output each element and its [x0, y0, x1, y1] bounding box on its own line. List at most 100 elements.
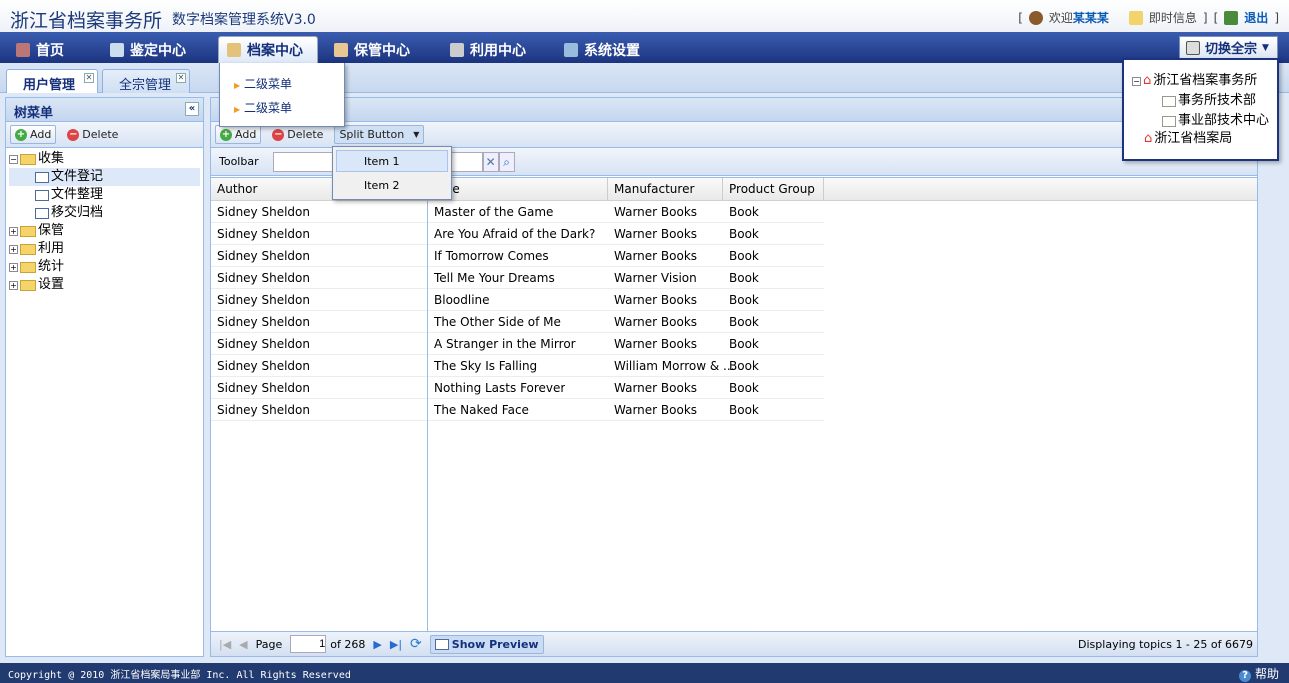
table-row[interactable]: Sidney Sheldon Master of the Game Warner B… — [211, 201, 824, 223]
fonds-node[interactable]: 事务所技术部 — [1132, 92, 1269, 110]
user-icon — [1028, 10, 1043, 25]
cell-manufacturer: Warner Books — [614, 381, 698, 395]
mail-icon — [1128, 10, 1143, 25]
cell-author: Sidney Sheldon — [217, 403, 310, 417]
box-icon — [334, 42, 348, 57]
nav-home[interactable]: 首页 — [8, 36, 72, 63]
label: 事业部技术中心 — [1177, 113, 1269, 128]
tab-user-management[interactable]: 用户管理 ✕ — [6, 69, 98, 93]
expand-icon[interactable]: + — [9, 244, 18, 254]
label: 二级菜单 — [243, 77, 292, 91]
node-label: 保管 — [38, 223, 65, 238]
cell-manufacturer: Warner Books — [614, 403, 698, 417]
expand-icon[interactable]: + — [9, 226, 18, 236]
expand-icon[interactable]: + — [9, 262, 18, 272]
folder-icon — [227, 43, 241, 57]
label: Delete — [82, 128, 119, 141]
folder-icon — [20, 243, 36, 255]
help-link[interactable]: ? 帮助 — [1239, 665, 1279, 682]
tree-node[interactable]: + 利用 — [9, 240, 200, 258]
table-row[interactable]: Sidney Sheldon A Stranger in the Mirror Wa… — [211, 333, 824, 355]
table-row[interactable]: Sidney Sheldon If Tomorrow Comes Warner Bo… — [211, 245, 824, 267]
collapse-icon[interactable]: − — [1132, 76, 1141, 86]
page-input[interactable] — [290, 635, 327, 653]
add-button[interactable]: + Add — [215, 125, 262, 144]
last-page-icon[interactable]: ▶| — [390, 638, 402, 651]
nav-settings[interactable]: 系统设置 — [556, 36, 648, 63]
fonds-node[interactable]: ⌂ 浙江省档案局 — [1132, 130, 1269, 148]
tab-fonds-management[interactable]: 全宗管理 ✕ — [102, 69, 190, 93]
cell-title: Are You Afraid of the Dark? — [434, 227, 596, 241]
table-row[interactable]: Sidney Sheldon The Naked Face Warner Books… — [211, 399, 824, 421]
table-row[interactable]: Sidney Sheldon Nothing Lasts Forever Warne… — [211, 377, 824, 399]
cell-title: Bloodline — [434, 293, 490, 307]
tree-node[interactable]: + 统计 — [9, 258, 200, 276]
user-name[interactable]: 某某某 — [1073, 9, 1109, 26]
help-icon: ? — [1239, 670, 1252, 682]
panel-title: 树菜单 — [14, 106, 54, 121]
form-icon — [35, 171, 49, 183]
cell-manufacturer: William Morrow & ... — [614, 359, 735, 373]
column-header-manufacturer[interactable]: Manufacturer — [608, 178, 723, 201]
clear-icon[interactable]: ✕ — [482, 151, 499, 172]
split-button[interactable]: Split Button ▼ — [334, 125, 425, 144]
table-row[interactable]: Sidney Sheldon Are You Afraid of the Dark… — [211, 223, 824, 245]
close-icon[interactable]: ✕ — [176, 73, 186, 83]
refresh-icon[interactable]: ⟳ — [410, 636, 422, 652]
cell-product-group: Book — [729, 293, 759, 307]
next-page-icon[interactable]: ▶ — [373, 638, 381, 651]
menu-item-1[interactable]: Item 1 — [336, 150, 448, 172]
table-row[interactable]: Sidney Sheldon The Sky Is Falling William … — [211, 355, 824, 377]
column-header-product-group[interactable]: Product Group — [723, 178, 824, 201]
collapse-icon[interactable]: « — [185, 102, 199, 116]
menu-item-2[interactable]: Item 2 — [336, 175, 448, 197]
delete-button[interactable]: − Delete — [62, 125, 123, 144]
nav-utilization[interactable]: 利用中心 — [442, 36, 534, 63]
expand-icon[interactable]: + — [9, 280, 18, 290]
preview-icon — [434, 638, 449, 650]
cell-product-group: Book — [729, 315, 759, 329]
nav-archive[interactable]: 档案中心 — [218, 36, 318, 63]
tree-node[interactable]: 移交归档 — [9, 204, 200, 222]
collapse-icon[interactable]: − — [9, 154, 18, 164]
nav-storage[interactable]: 保管中心 — [326, 36, 418, 63]
submenu-item[interactable]: ▶ 二级菜单 — [234, 99, 292, 116]
tree-node[interactable]: 文件整理 — [9, 186, 200, 204]
tree-node[interactable]: 文件登记 — [9, 168, 200, 186]
table-row[interactable]: Sidney Sheldon The Other Side of Me Warner… — [211, 311, 824, 333]
prev-page-icon[interactable]: ◀ — [239, 638, 247, 651]
label: 浙江省档案事务所 — [1153, 73, 1258, 88]
paging-status: Displaying topics 1 - 25 of 6679 — [1078, 637, 1253, 651]
fonds-node[interactable]: − ⌂ 浙江省档案事务所 — [1132, 72, 1269, 90]
table-row[interactable]: Sidney Sheldon Bloodline Warner Books Book — [211, 289, 824, 311]
fonds-node[interactable]: 事业部技术中心 — [1132, 112, 1269, 130]
node-label: 收集 — [38, 151, 65, 166]
add-button[interactable]: + Add — [10, 125, 57, 144]
search-icon[interactable]: ⌕ — [498, 151, 515, 172]
column-header-title[interactable]: Title — [428, 178, 608, 201]
house-icon: ⌂ — [1143, 73, 1152, 88]
cell-manufacturer: Warner Books — [614, 227, 698, 241]
nav-appraisal[interactable]: 鉴定中心 — [102, 36, 194, 63]
submenu-item[interactable]: ▶ 二级菜单 — [234, 75, 292, 92]
tree-node[interactable]: + 保管 — [9, 222, 200, 240]
logout-link[interactable]: 退出 — [1244, 9, 1268, 26]
arrow-icon: ▶ — [234, 105, 241, 114]
nav-label: 档案中心 — [247, 43, 303, 59]
panel-header: 树菜单 « — [6, 98, 203, 122]
locked-column-divider — [427, 201, 428, 634]
nav-label: 鉴定中心 — [130, 42, 186, 59]
messages-link[interactable]: 即时信息 — [1149, 9, 1197, 26]
close-icon[interactable]: ✕ — [84, 73, 94, 83]
table-row[interactable]: Sidney Sheldon Tell Me Your Dreams Warner … — [211, 267, 824, 289]
cell-author: Sidney Sheldon — [217, 337, 310, 351]
tree-node[interactable]: − 收集 — [9, 150, 200, 168]
show-preview-button[interactable]: Show Preview — [429, 634, 544, 654]
first-page-icon[interactable]: |◀ — [219, 638, 231, 651]
tree-node[interactable]: + 设置 — [9, 276, 200, 294]
user-bar: [ 欢迎 某某某 即时信息] [ 退出] — [1018, 9, 1279, 26]
switch-fonds-button[interactable]: 切换全宗 ▼ — [1179, 36, 1278, 59]
node-label: 统计 — [38, 259, 65, 274]
chevron-down-icon[interactable]: ▼ — [413, 130, 419, 139]
delete-button[interactable]: − Delete — [267, 125, 328, 144]
